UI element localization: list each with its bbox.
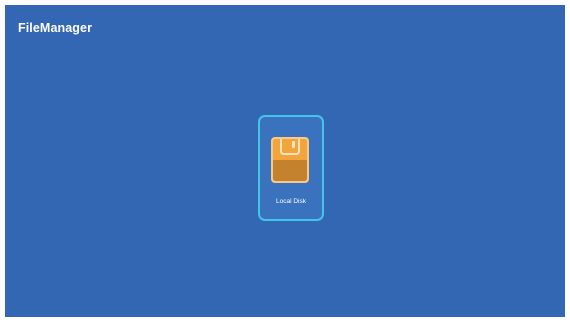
app-title: FileManager xyxy=(18,21,93,35)
disk-icon xyxy=(271,137,309,183)
drive-tile-local-disk[interactable]: Local Disk xyxy=(258,115,324,221)
file-manager-screen: FileManager Local Disk xyxy=(5,5,565,317)
drive-label: Local Disk xyxy=(276,198,306,205)
